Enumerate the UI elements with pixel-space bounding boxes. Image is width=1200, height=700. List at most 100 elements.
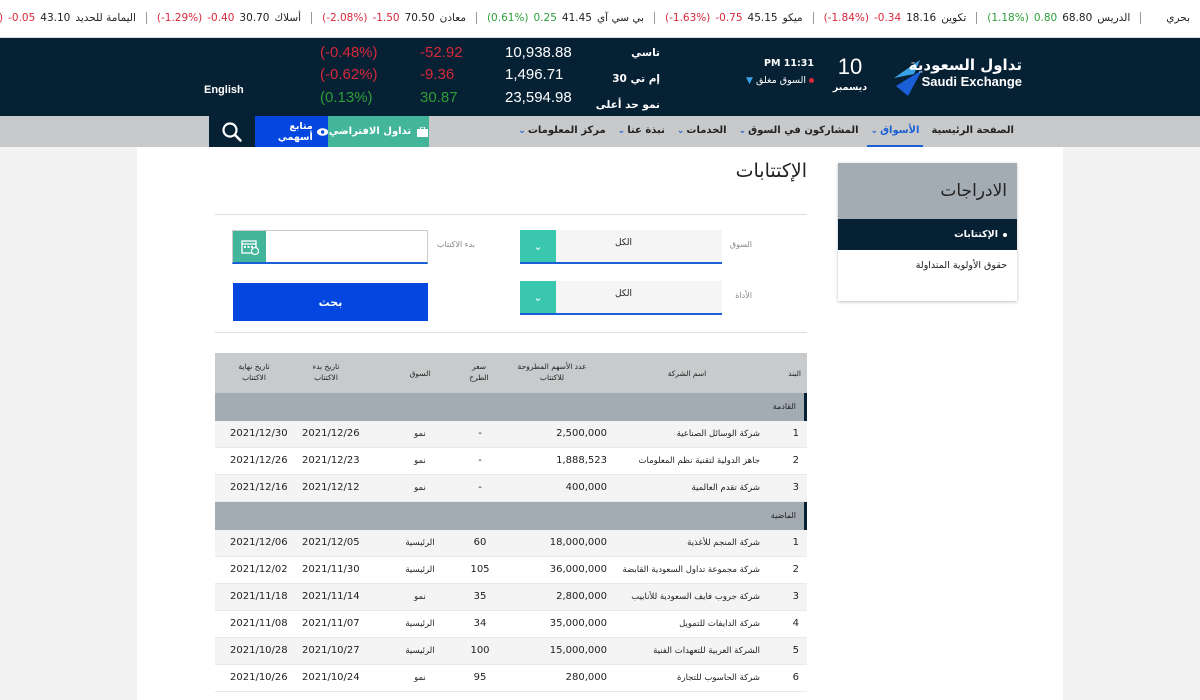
group-rows: 1 شركة المنجم للأغذية 18,000,000 60 الرئيسية… — [215, 530, 807, 692]
chevron-down-icon: ▼ — [746, 75, 753, 86]
search-submit-button[interactable]: بحث — [233, 283, 428, 321]
cell-end-date: 2021/12/26 — [230, 455, 288, 466]
ticker-item[interactable]: معادن 70.50 -1.50 (-2.08%) — [311, 12, 476, 24]
sidebar-item-ipos[interactable]: الإكتتابات — [838, 219, 1017, 250]
ticker-item[interactable]: أسلاك 30.70 -0.40 (-1.29%) — [145, 12, 311, 24]
ticker-price: 45.15 — [747, 12, 778, 24]
ticker-name: بي سي آي — [596, 12, 645, 24]
tool-select[interactable]: الكل ⌄ — [520, 281, 722, 315]
ticker-item[interactable]: اليمامة للحديد 43.10 -0.05 (-0.12%) — [0, 12, 146, 24]
table-row[interactable]: 2 جاهز الدولية لتقنية نظم المعلومات 1,888,… — [215, 448, 807, 475]
cell-end-date: 2021/12/02 — [230, 564, 288, 575]
index-value: 10,938.88 — [505, 44, 572, 61]
cell-company-name[interactable]: شركة جروب فايف السعودية للأنابيب — [631, 592, 760, 602]
watchlist-button[interactable]: متابع أسهمي — [255, 116, 328, 147]
cell-company-name[interactable]: شركة الوسائل الصناعية — [677, 429, 760, 439]
cell-market: نمو — [414, 673, 426, 683]
cell-shares: 18,000,000 — [549, 537, 607, 548]
nav-item[interactable]: الأسواق⌄ — [866, 116, 924, 147]
ticker-price: 18.16 — [906, 12, 937, 24]
table-header: البند اسم الشركة عدد الأسهم المطروحة للا… — [215, 353, 807, 393]
cell-company-name[interactable]: الشركة العربية للتعهدات الفنية — [653, 646, 760, 656]
divider — [215, 332, 807, 333]
cell-market: الرئيسية — [405, 565, 435, 575]
cell-company-name[interactable]: شركة الحاسوب للتجارة — [677, 673, 760, 683]
ticker-change: 0.25 — [533, 12, 557, 24]
chevron-down-icon[interactable]: ⌄ — [520, 230, 556, 262]
virtual-trading-label: تداول الافتراضي — [328, 126, 412, 137]
cell-start-date: 2021/11/30 — [302, 564, 360, 575]
ticker-item[interactable]: بي سي آي 41.45 0.25 (0.61%) — [475, 12, 654, 24]
cell-company-name[interactable]: شركة المنجم للأغذية — [687, 538, 760, 548]
nav-item[interactable]: نبذة عنا⌄ — [614, 116, 669, 147]
index-label[interactable]: نمو حد أعلى — [590, 94, 660, 116]
index-value: 1,496.71 — [505, 66, 564, 83]
ticker-price: 70.50 — [404, 12, 435, 24]
calendar-icon — [240, 239, 259, 255]
cell-shares: 1,888,523 — [556, 455, 607, 466]
nav-item[interactable]: الصفحة الرئيسية — [927, 116, 1018, 147]
table-row[interactable]: 4 شركة الدايفات للتمويل 35,000,000 34 الرئيس… — [215, 611, 807, 638]
table-row[interactable]: 2 شركة مجموعة تداول السعودية القابضة 36,00… — [215, 557, 807, 584]
cell-end-date: 2021/11/08 — [230, 618, 288, 629]
ticker-item[interactable]: تكوين 18.16 -0.34 (-1.84%) — [812, 12, 977, 24]
table-row[interactable]: 1 شركة الوسائل الصناعية 2,500,000 - نمو 2021/… — [215, 421, 807, 448]
search-button[interactable] — [209, 116, 255, 147]
cell-market: الرئيسية — [405, 619, 435, 629]
cell-market: نمو — [414, 483, 426, 493]
table-row[interactable]: 5 الشركة العربية للتعهدات الفنية 15,000,00… — [215, 638, 807, 665]
ticker-item[interactable]: بحري — [1140, 12, 1200, 24]
group-label: القادمة — [772, 402, 796, 411]
index-change: -52.92 — [420, 44, 463, 61]
ticker-name: ميكو — [782, 12, 803, 24]
table-group-row: القادمة — [215, 393, 807, 421]
bullet-icon — [1003, 232, 1007, 237]
index-row: (0.13%) 30.87 23,594.98 — [300, 89, 600, 111]
market-status-text: السوق مغلق — [755, 75, 806, 86]
index-label[interactable]: إم تي 30 — [590, 68, 660, 90]
virtual-trading-button[interactable]: تداول الافتراضي — [328, 116, 429, 147]
calendar-button[interactable] — [233, 231, 266, 262]
index-change-pct: (0.13%) — [320, 89, 373, 106]
index-labels: تاسي إم تي 30 نمو حد أعلى — [590, 38, 660, 116]
market-status[interactable]: PM 11:31 السوق مغلق ▼ — [744, 58, 814, 86]
saudi-exchange-logo[interactable]: تداول السعودية Saudi Exchange — [892, 54, 1022, 100]
cell-shares: 2,500,000 — [556, 428, 607, 439]
nav-item[interactable]: الخدمات⌄ — [673, 116, 731, 147]
col-header-name: اسم الشركة — [667, 369, 707, 378]
market-time: PM 11:31 — [764, 58, 814, 69]
sidebar-title: الادراجات — [838, 163, 1017, 219]
ticker-name: بحري — [1166, 12, 1190, 24]
ticker-name: تكوين — [941, 12, 967, 24]
chevron-down-icon[interactable]: ⌄ — [520, 281, 556, 313]
table-row[interactable]: 3 شركة تقدم العالمية 400,000 - نمو 2021/12/12… — [215, 475, 807, 502]
table-row[interactable]: 3 شركة جروب فايف السعودية للأنابيب 2,800,0… — [215, 584, 807, 611]
sidebar-item-rights[interactable]: حقوق الأولوية المتداولة — [838, 250, 1017, 281]
date-month: ديسمبر — [832, 82, 868, 93]
table-row[interactable]: 6 شركة الحاسوب للتجارة 280,000 95 نمو 2021/10… — [215, 665, 807, 692]
table-row[interactable]: 1 شركة المنجم للأغذية 18,000,000 60 الرئيسية… — [215, 530, 807, 557]
nav-item[interactable]: المشاركون في السوق⌄ — [735, 116, 863, 147]
cell-company-name[interactable]: شركة تقدم العالمية — [692, 483, 760, 493]
cell-company-name[interactable]: شركة الدايفات للتمويل — [679, 619, 760, 629]
index-label[interactable]: تاسي — [590, 42, 660, 64]
cell-end-date: 2021/11/18 — [230, 591, 288, 602]
cell-company-name[interactable]: جاهز الدولية لتقنية نظم المعلومات — [638, 456, 760, 466]
divider — [215, 214, 807, 215]
stock-ticker: بحري الدريس 68.80 0.80 (1.18%) تكوين 18.16 -0.3… — [0, 0, 1200, 38]
ipo-table: البند اسم الشركة عدد الأسهم المطروحة للا… — [215, 353, 807, 692]
market-select[interactable]: الكل ⌄ — [520, 230, 722, 264]
market-select-value: الكل — [614, 238, 632, 248]
cell-company-name[interactable]: شركة مجموعة تداول السعودية القابضة — [622, 565, 760, 575]
start-date-input[interactable] — [232, 230, 428, 264]
ticker-item[interactable]: الدريس 68.80 0.80 (1.18%) — [976, 12, 1140, 24]
cell-price: - — [478, 455, 482, 466]
nav-item[interactable]: مركز المعلومات⌄ — [514, 116, 609, 147]
cell-shares: 35,000,000 — [549, 618, 607, 629]
language-switch-link[interactable]: English — [204, 84, 244, 96]
ticker-change-pct: (-0.12%) — [0, 12, 3, 24]
ticker-item[interactable]: ميكو 45.15 -0.75 (-1.63%) — [654, 12, 813, 24]
cell-index: 5 — [792, 645, 799, 656]
index-change: -9.36 — [420, 66, 455, 83]
listings-sidebar: الادراجات الإكتتابات حقوق الأولوية المتد… — [838, 163, 1017, 301]
